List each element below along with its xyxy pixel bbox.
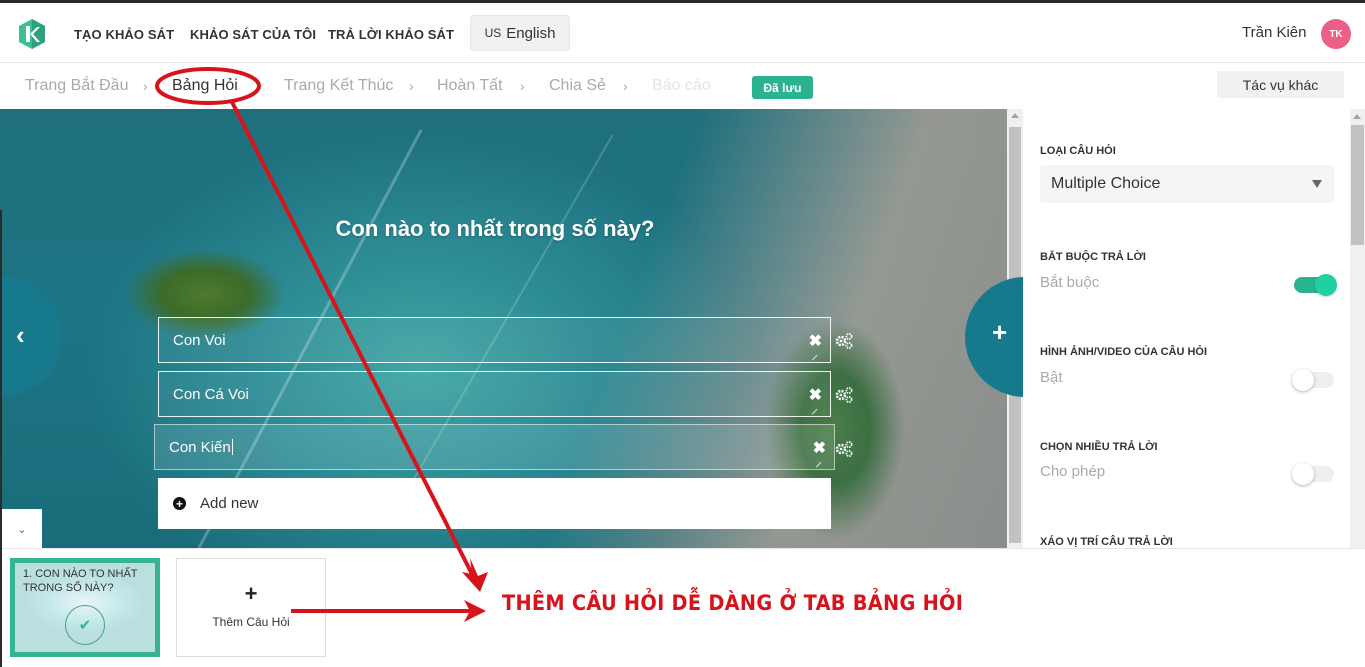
toggle-knob	[1315, 274, 1337, 296]
nav-create-survey[interactable]: TẠO KHẢO SÁT	[74, 27, 174, 42]
close-icon[interactable]: ✖	[809, 331, 822, 351]
breadcrumb-separator: ›	[256, 78, 261, 94]
check-icon: ✔	[65, 605, 105, 645]
required-toggle[interactable]	[1294, 274, 1337, 296]
scroll-up-arrow-icon[interactable]	[1011, 113, 1019, 118]
gears-icon[interactable]	[835, 440, 853, 458]
resize-handle-icon[interactable]	[807, 350, 818, 361]
scroll-up-arrow-icon[interactable]	[1353, 114, 1361, 119]
window-left-edge	[0, 210, 2, 667]
close-icon[interactable]: ✖	[813, 438, 826, 458]
k-logo-icon[interactable]	[18, 18, 46, 50]
language-button[interactable]: US English	[470, 15, 570, 51]
toggle-knob	[1292, 463, 1314, 485]
question-title[interactable]: Con nào to nhất trong số này?	[0, 216, 990, 242]
answer-field[interactable]: Con Kiến ✖	[154, 424, 835, 470]
shuffle-answers-label: XÁO VỊ TRÍ CÂU TRẢ LỜI	[1040, 536, 1173, 548]
breadcrumb-report: Báo cáo	[652, 77, 711, 94]
required-sublabel: Bắt buộc	[1040, 274, 1100, 291]
us-flag-icon: US	[484, 26, 502, 40]
add-question-label: Thêm Câu Hỏi	[212, 615, 290, 629]
gears-icon[interactable]	[835, 386, 853, 404]
app-header: TẠO KHẢO SÁT KHẢO SÁT CỦA TÔI TRẢ LỜI KH…	[0, 3, 1365, 63]
question-card-title: 1. CON NÀO TO NHẤT TRONG SỐ NÀY?	[23, 568, 138, 594]
breadcrumb-separator: ›	[520, 78, 525, 94]
toggle-knob	[1292, 369, 1314, 391]
media-toggle[interactable]	[1292, 369, 1334, 391]
add-new-answer-button[interactable]: + Add new	[158, 478, 831, 529]
nav-answer-surveys[interactable]: TRẢ LỜI KHẢO SÁT	[328, 27, 454, 42]
resize-handle-icon[interactable]	[811, 457, 822, 468]
caret-down-icon	[1312, 180, 1322, 188]
chevron-down-icon: ⌄	[17, 523, 27, 536]
breadcrumb-start-page[interactable]: Trang Bắt Đầu	[25, 77, 128, 95]
answer-text: Con Kiến	[169, 438, 231, 456]
breadcrumb-complete[interactable]: Hoàn Tất	[437, 77, 503, 95]
breadcrumb-share[interactable]: Chia Sẻ	[549, 77, 606, 95]
close-icon[interactable]: ✖	[809, 385, 822, 405]
gears-icon[interactable]	[835, 332, 853, 350]
answer-text: Con Cá Voi	[173, 385, 249, 403]
chevron-left-icon: ‹	[16, 320, 25, 350]
multiple-answers-toggle[interactable]	[1292, 463, 1334, 485]
multiple-answers-sublabel: Cho phép	[1040, 463, 1106, 480]
resize-handle-icon[interactable]	[807, 404, 818, 415]
annotation-text: THÊM CÂU HỎI DỄ DÀNG Ở TAB BẢNG HỎI	[502, 591, 964, 615]
breadcrumb-questionnaire[interactable]: Bảng Hỏi	[172, 77, 238, 95]
answer-field[interactable]: Con Voi ✖	[158, 317, 831, 363]
breadcrumb-separator: ›	[143, 78, 148, 94]
plus-circle-icon: +	[173, 497, 186, 510]
required-label: BẮT BUỘC TRẢ LỜI	[1040, 251, 1146, 263]
media-sublabel: Bật	[1040, 369, 1063, 386]
add-new-label: Add new	[200, 495, 259, 512]
saved-badge: Đã lưu	[752, 76, 813, 99]
text-caret	[231, 439, 233, 455]
more-actions-button[interactable]: Tác vụ khác	[1217, 71, 1344, 98]
user-name[interactable]: Trần Kiên	[1242, 24, 1306, 41]
language-label: English	[506, 24, 556, 42]
plus-icon: +	[992, 317, 1008, 347]
breadcrumb-end-page[interactable]: Trang Kết Thúc	[284, 77, 393, 95]
breadcrumb-separator: ›	[623, 78, 628, 94]
panel-scrollbar[interactable]	[1350, 109, 1365, 548]
media-label: HÌNH ẢNH/VIDEO CỦA CÂU HỎI	[1040, 346, 1208, 358]
question-canvas: Con nào to nhất trong số này? Con Voi ✖ …	[0, 109, 1007, 548]
question-type-label: LOẠI CÂU HỎI	[1040, 145, 1116, 157]
scrollbar-thumb[interactable]	[1351, 125, 1364, 245]
nav-my-surveys[interactable]: KHẢO SÁT CỦA TÔI	[190, 27, 316, 42]
plus-icon: +	[244, 581, 258, 606]
collapse-button[interactable]: ⌄	[2, 509, 42, 548]
previous-question-button[interactable]: ‹	[0, 276, 62, 396]
answer-field[interactable]: Con Cá Voi ✖	[158, 371, 831, 417]
multiple-answers-label: CHỌN NHIỀU TRẢ LỜI	[1040, 441, 1158, 453]
avatar[interactable]: TK	[1321, 19, 1351, 49]
breadcrumb-separator: ›	[409, 78, 414, 94]
answer-text: Con Voi	[173, 331, 226, 349]
question-type-value: Multiple Choice	[1051, 175, 1161, 192]
breadcrumb: Trang Bắt Đầu › Bảng Hỏi › Trang Kết Thú…	[0, 63, 1365, 109]
add-question-card[interactable]: + Thêm Câu Hỏi	[176, 558, 326, 657]
question-settings-panel: LOẠI CÂU HỎI Multiple Choice BẮT BUỘC TR…	[1023, 109, 1350, 548]
question-type-select[interactable]: Multiple Choice	[1040, 165, 1334, 203]
question-card[interactable]: 1. CON NÀO TO NHẤT TRONG SỐ NÀY? ✔	[10, 558, 160, 657]
